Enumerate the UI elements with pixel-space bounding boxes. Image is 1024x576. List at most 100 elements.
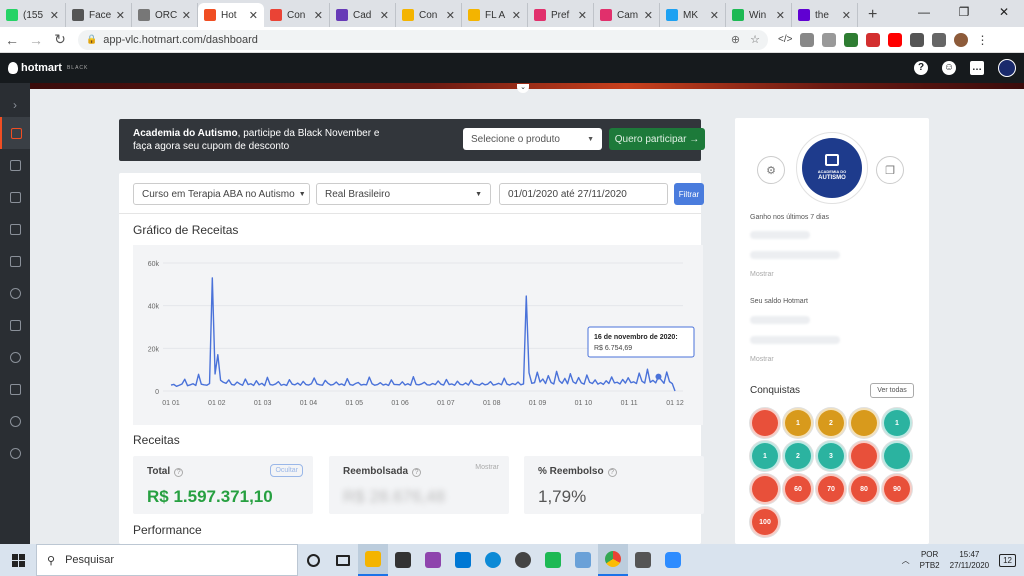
- sidebar-item-analytics[interactable]: [0, 437, 30, 469]
- help-icon[interactable]: ?: [607, 468, 617, 477]
- bookmark-star-icon[interactable]: ☆: [750, 33, 760, 46]
- achievement-badge[interactable]: 80: [849, 474, 879, 504]
- devtools-extension-icon[interactable]: </>: [778, 34, 792, 45]
- extension-icon-2[interactable]: [822, 32, 837, 47]
- clock[interactable]: 15:47 27/11/2020: [950, 549, 989, 571]
- url-bar[interactable]: 🔒 app-vlc.hotmart.com/dashboard ⊕ ☆: [78, 29, 768, 50]
- extension-icon-1[interactable]: [800, 32, 815, 47]
- achievement-badge[interactable]: 70: [816, 474, 846, 504]
- tab-close-icon[interactable]: ✕: [116, 9, 125, 22]
- youtube-extension-icon[interactable]: [888, 32, 903, 47]
- browser-tab[interactable]: Con ✕: [396, 3, 462, 27]
- notifications-icon[interactable]: 12: [999, 553, 1016, 567]
- tab-close-icon[interactable]: ✕: [512, 9, 521, 22]
- tab-close-icon[interactable]: ✕: [182, 9, 191, 22]
- sidebar-item-market[interactable]: [0, 245, 30, 277]
- profile-avatar[interactable]: [954, 32, 969, 47]
- filter-button[interactable]: Filtrar: [674, 183, 704, 205]
- tab-close-icon[interactable]: ✕: [249, 9, 258, 22]
- task-view-icon[interactable]: [328, 544, 358, 576]
- browser-tab[interactable]: Pref ✕: [528, 3, 594, 27]
- chat-icon[interactable]: …: [970, 61, 984, 75]
- close-window-icon[interactable]: ✕: [984, 0, 1024, 27]
- achievement-badge[interactable]: 2: [816, 408, 846, 438]
- puzzle-icon[interactable]: [932, 32, 947, 47]
- achievement-badge[interactable]: 60: [783, 474, 813, 504]
- tab-close-icon[interactable]: ✕: [314, 9, 323, 22]
- see-all-button[interactable]: Ver todas: [870, 383, 914, 398]
- back-icon[interactable]: ←: [0, 32, 24, 48]
- account-avatar[interactable]: [998, 59, 1016, 77]
- tab-close-icon[interactable]: ✕: [446, 9, 455, 22]
- language-indicator[interactable]: POR PTB2: [920, 549, 940, 571]
- tab-close-icon[interactable]: ✕: [644, 9, 653, 22]
- chrome-icon[interactable]: [598, 544, 628, 576]
- taskbar-search[interactable]: ⚲ Pesquisar: [36, 544, 298, 576]
- sidebar-item-settings[interactable]: [0, 405, 30, 437]
- browser-tab[interactable]: Con ✕: [264, 3, 330, 27]
- currency-select[interactable]: Real Brasileiro ▼: [316, 183, 491, 205]
- browser-tab[interactable]: MK ✕: [660, 3, 726, 27]
- reload-icon[interactable]: ↻: [48, 31, 72, 48]
- restore-icon[interactable]: ❐: [944, 0, 984, 27]
- menu-dots-icon[interactable]: ⋮: [976, 33, 988, 47]
- browser-tab[interactable]: the ✕: [792, 3, 858, 27]
- achievement-badge[interactable]: 90: [882, 474, 912, 504]
- settings-icon[interactable]: [508, 544, 538, 576]
- sidebar-item-messages[interactable]: [0, 309, 30, 341]
- edge-icon[interactable]: [478, 544, 508, 576]
- achievement-badge[interactable]: 1: [882, 408, 912, 438]
- sidebar-item-sync[interactable]: [0, 277, 30, 309]
- help-icon[interactable]: ?: [914, 61, 928, 75]
- achievement-badge[interactable]: 100: [750, 507, 780, 537]
- cortana-icon[interactable]: [298, 544, 328, 576]
- hotmart-logo[interactable]: hotmart BLACK: [8, 62, 88, 74]
- product-filter-select[interactable]: Curso em Terapia ABA no Autismo ▼: [133, 183, 310, 205]
- browser-tab[interactable]: FL A ✕: [462, 3, 528, 27]
- sidebar-item-grid[interactable]: [0, 149, 30, 181]
- browser-tab[interactable]: (155 ✕: [0, 3, 66, 27]
- extension-icon-3[interactable]: [844, 32, 859, 47]
- browser-tab[interactable]: Cad ✕: [330, 3, 396, 27]
- sidebar-item-network[interactable]: [0, 181, 30, 213]
- show-refunded-button[interactable]: Mostrar: [475, 464, 499, 471]
- app-icon[interactable]: [568, 544, 598, 576]
- browser-tab[interactable]: Cam ✕: [594, 3, 660, 27]
- chat-bubble-icon[interactable]: ❐: [876, 156, 904, 184]
- zoom-icon[interactable]: ⊕: [731, 33, 740, 46]
- file-explorer-icon[interactable]: [358, 544, 388, 576]
- expand-sidebar-icon[interactable]: ›: [0, 93, 30, 117]
- date-range-input[interactable]: 01/01/2020 até 27/11/2020: [499, 183, 668, 205]
- store-icon[interactable]: [388, 544, 418, 576]
- show-balance-link[interactable]: Mostrar: [750, 356, 774, 363]
- achievement-badge[interactable]: [849, 408, 879, 438]
- tab-close-icon[interactable]: ✕: [578, 9, 587, 22]
- participate-button[interactable]: Quero participar →: [609, 128, 705, 150]
- tab-close-icon[interactable]: ✕: [776, 9, 785, 22]
- achievement-badge[interactable]: [849, 441, 879, 471]
- community-icon[interactable]: ☺: [942, 61, 956, 75]
- minimize-icon[interactable]: —: [904, 0, 944, 27]
- browser-tab[interactable]: Face ✕: [66, 3, 132, 27]
- achievement-badge[interactable]: 3: [816, 441, 846, 471]
- phone-app-icon[interactable]: [538, 544, 568, 576]
- new-tab-button[interactable]: +: [858, 3, 887, 27]
- winrar-icon[interactable]: [418, 544, 448, 576]
- user-settings-icon[interactable]: ⚙: [757, 156, 785, 184]
- tab-close-icon[interactable]: ✕: [50, 9, 59, 22]
- forward-icon[interactable]: →: [24, 32, 48, 48]
- achievement-badge[interactable]: [750, 408, 780, 438]
- tab-close-icon[interactable]: ✕: [380, 9, 389, 22]
- tab-close-icon[interactable]: ✕: [842, 9, 851, 22]
- achievement-badge[interactable]: [750, 474, 780, 504]
- help-icon[interactable]: ?: [174, 468, 184, 477]
- sidebar-item-finance[interactable]: [0, 341, 30, 373]
- sidebar-item-reports[interactable]: [0, 373, 30, 405]
- show-week-link[interactable]: Mostrar: [750, 271, 774, 278]
- achievement-badge[interactable]: 1: [750, 441, 780, 471]
- achievement-badge[interactable]: 2: [783, 441, 813, 471]
- sidebar-item-dashboard[interactable]: [0, 117, 30, 149]
- tray-chevron-icon[interactable]: ︿: [902, 555, 910, 566]
- browser-tab[interactable]: Hot ✕: [198, 3, 264, 27]
- browser-tab[interactable]: ORC ✕: [132, 3, 198, 27]
